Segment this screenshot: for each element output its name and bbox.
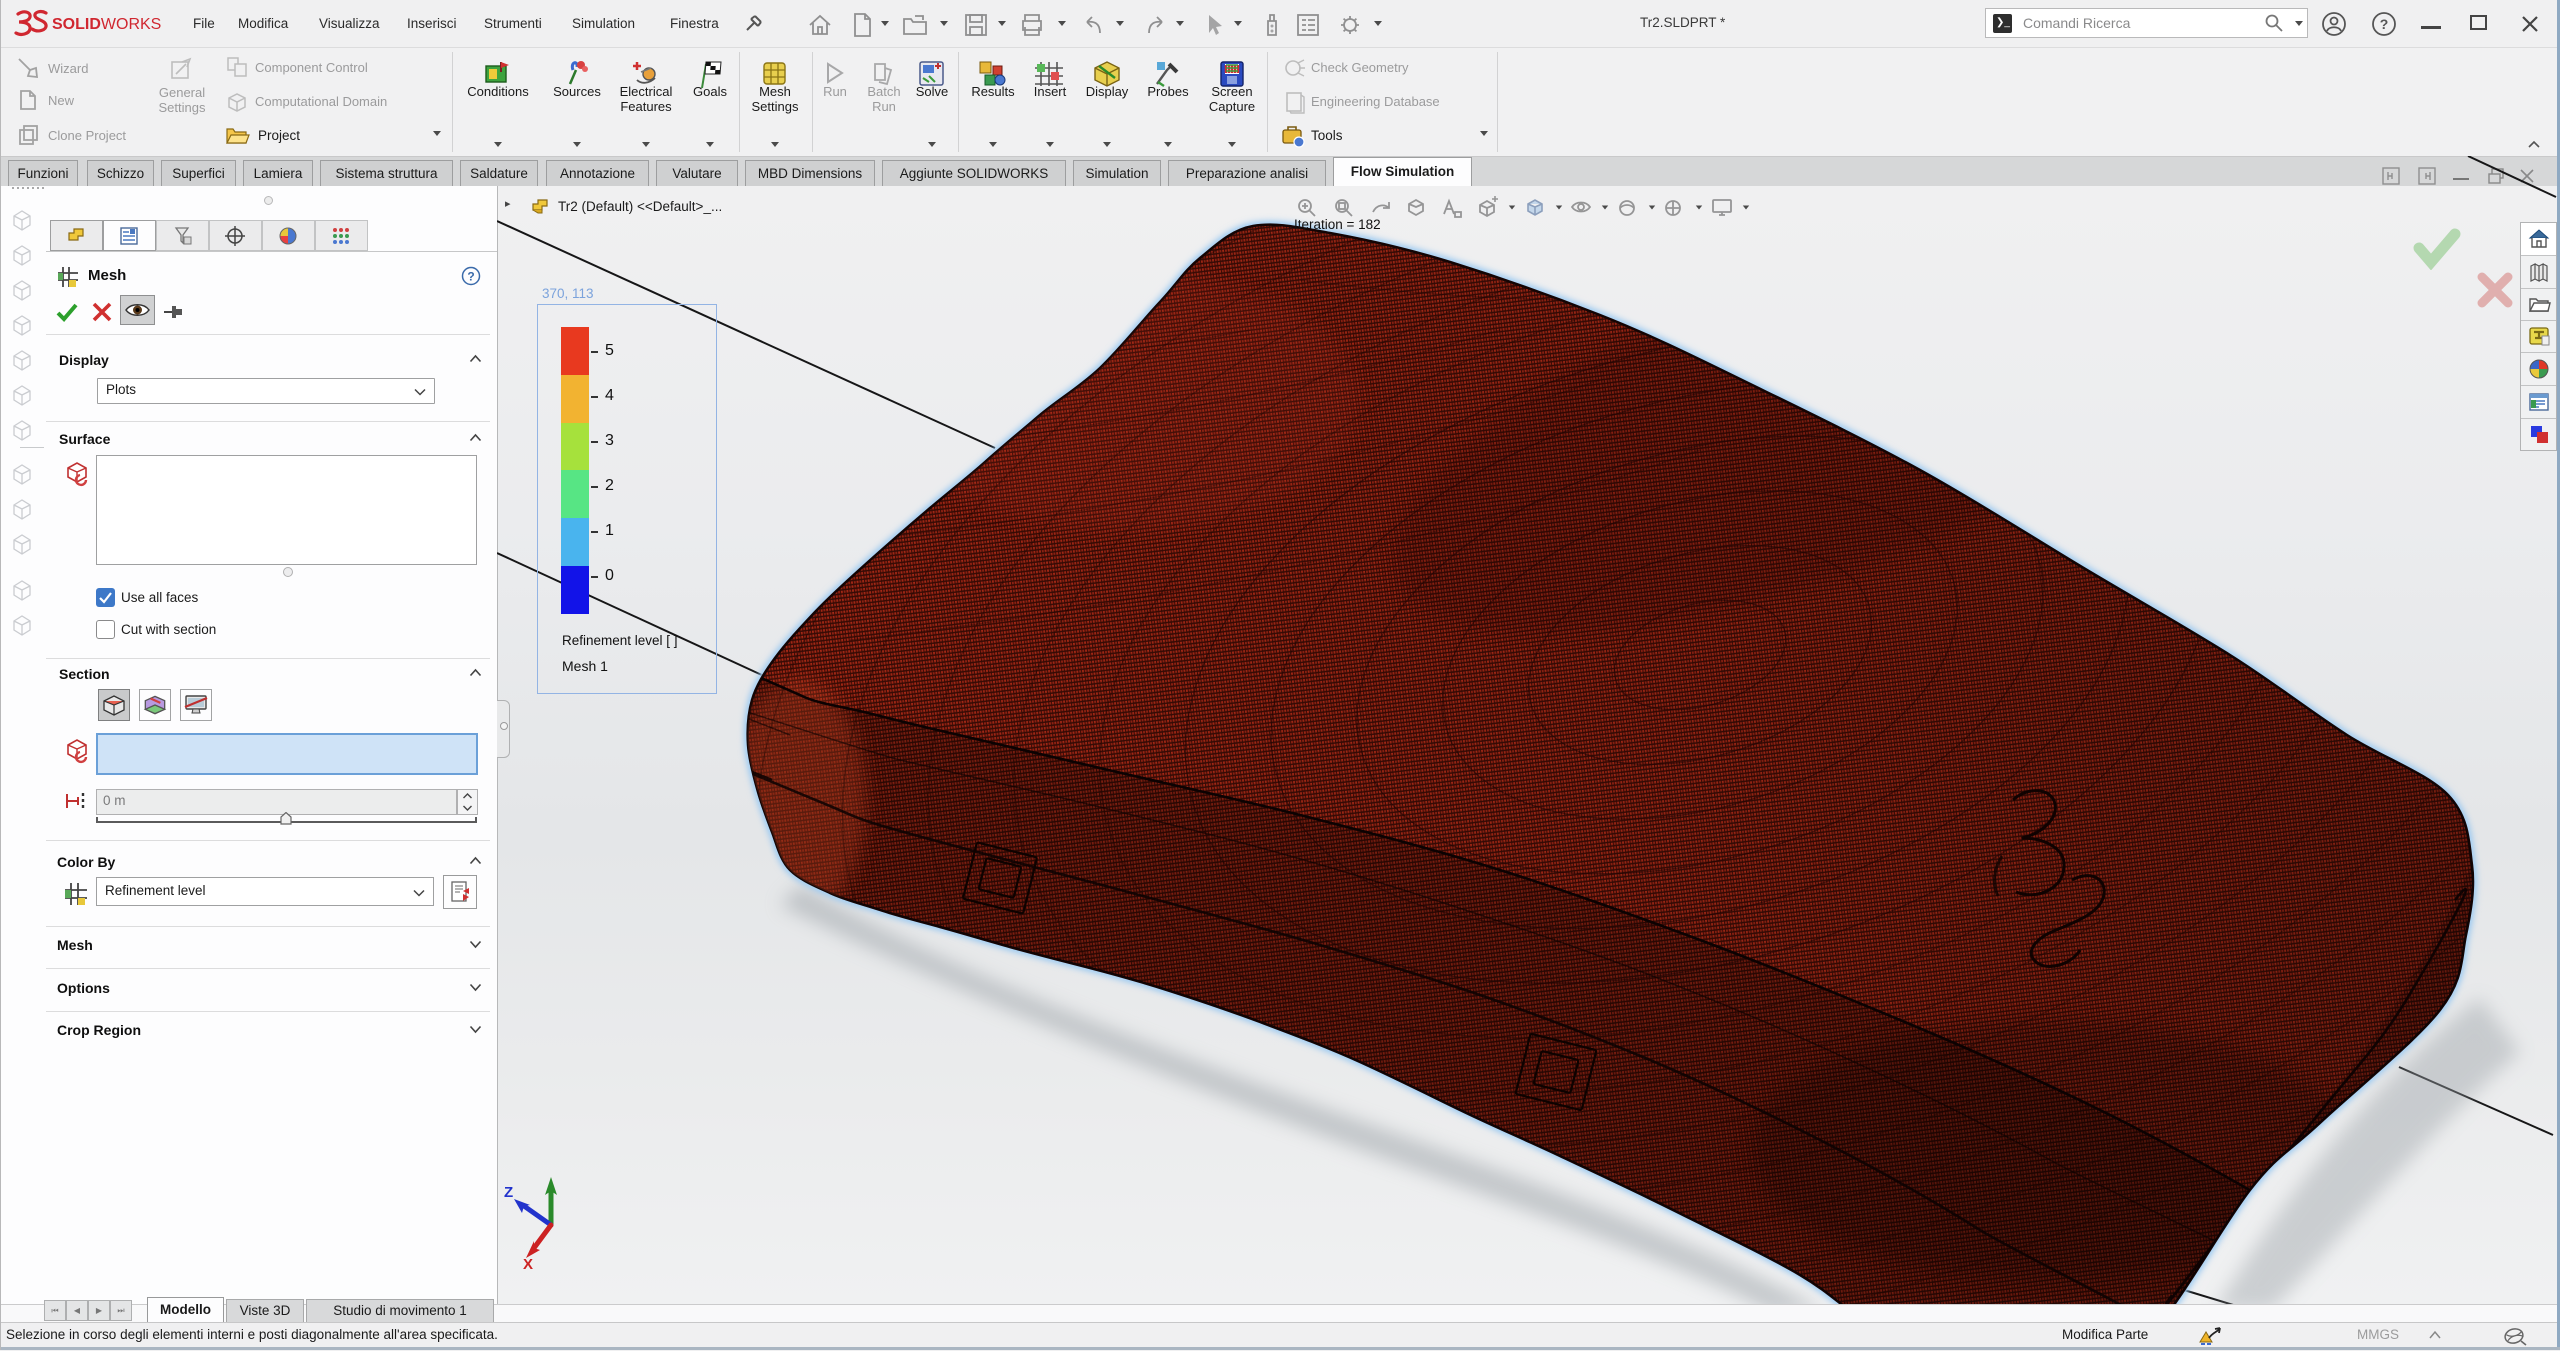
svg-text:Z: Z — [504, 1184, 513, 1201]
svg-text:?: ? — [467, 270, 474, 284]
svg-text:SOLIDWORKS: SOLIDWORKS — [52, 16, 161, 33]
svg-text:?: ? — [2380, 16, 2389, 32]
svg-text:X: X — [523, 1256, 533, 1273]
